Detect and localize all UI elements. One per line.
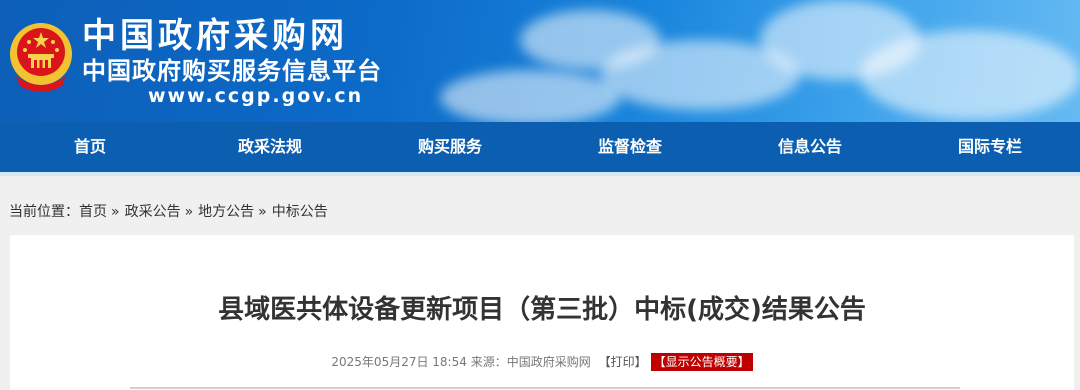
national-emblem-icon <box>10 23 72 92</box>
breadcrumb-award-notices[interactable]: 中标公告 <box>272 204 328 220</box>
article-source: 中国政府采购网 <box>506 355 591 369</box>
nav-divider <box>0 172 1080 176</box>
site-url: www.ccgp.gov.cn <box>148 85 364 107</box>
site-subtitle: 中国政府购买服务信息平台 <box>82 57 382 85</box>
nav-item-international[interactable]: 国际专栏 <box>900 122 1080 172</box>
main-nav: 首页 政采法规 购买服务 监督检查 信息公告 国际专栏 <box>0 122 1080 172</box>
nav-item-purchase-services[interactable]: 购买服务 <box>360 122 540 172</box>
cloud-decoration <box>860 30 1080 120</box>
article-title: 县域医共体设备更新项目（第三批）中标(成交)结果公告 <box>218 295 866 325</box>
breadcrumb-separator: » <box>258 204 267 220</box>
article-date: 2025年05月27日 18:54 <box>331 355 467 369</box>
site-title: 中国政府采购网 <box>82 16 348 56</box>
nav-item-regulations[interactable]: 政采法规 <box>180 122 360 172</box>
article-panel: 县域医共体设备更新项目（第三批）中标(成交)结果公告 2025年05月27日 1… <box>10 235 1074 390</box>
breadcrumb-separator: » <box>111 204 120 220</box>
print-button[interactable]: 【打印】 <box>599 355 647 369</box>
site-banner: 中国政府采购网 中国政府购买服务信息平台 www.ccgp.gov.cn <box>0 0 1080 122</box>
show-summary-button[interactable]: 【显示公告概要】 <box>650 353 753 371</box>
cloud-decoration <box>440 70 620 122</box>
nav-item-announcements[interactable]: 信息公告 <box>720 122 900 172</box>
nav-item-home[interactable]: 首页 <box>0 122 180 172</box>
nav-item-supervision[interactable]: 监督检查 <box>540 122 720 172</box>
title-divider <box>130 387 960 389</box>
breadcrumb-prefix: 当前位置： <box>9 204 79 220</box>
breadcrumb: 当前位置：首页» 政采公告» 地方公告» 中标公告 <box>9 200 328 224</box>
breadcrumb-home[interactable]: 首页 <box>79 204 107 220</box>
article-meta: 2025年05月27日 18:54 来源：中国政府采购网 【打印】 【显示公告概要… <box>10 353 1074 371</box>
article-source-label: 来源： <box>470 355 507 369</box>
breadcrumb-procurement-notices[interactable]: 政采公告 <box>125 204 181 220</box>
breadcrumb-separator: » <box>184 204 194 220</box>
breadcrumb-local-notices[interactable]: 地方公告 <box>198 204 254 220</box>
